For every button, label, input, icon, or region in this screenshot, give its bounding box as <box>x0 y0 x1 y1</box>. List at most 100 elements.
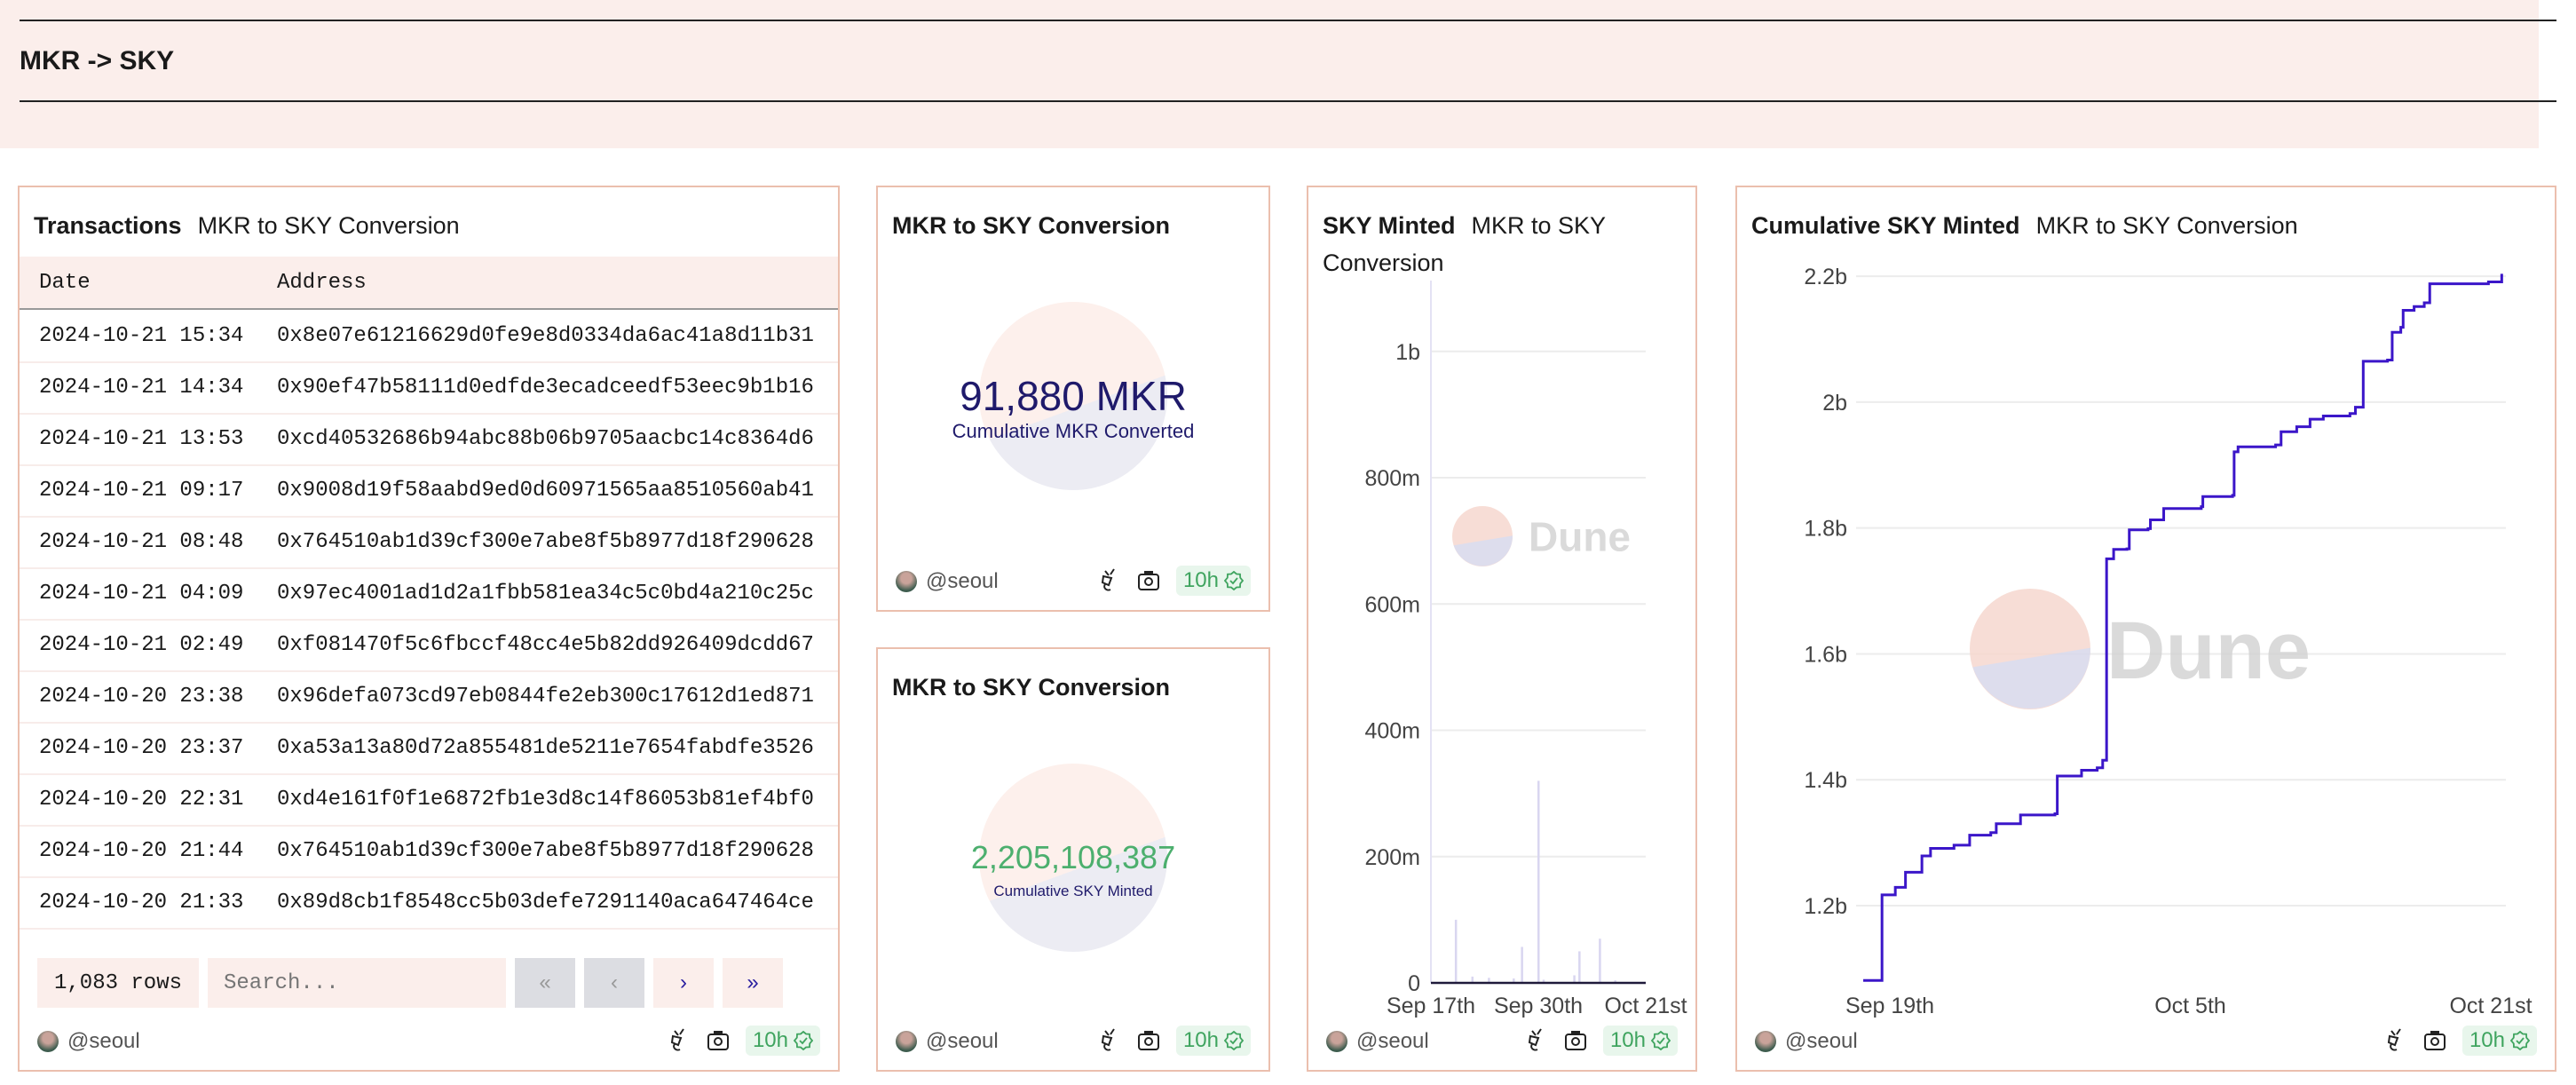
plug-icon[interactable] <box>2384 1027 2407 1054</box>
cell-date: 2024-10-21 15:34 <box>39 324 244 348</box>
footer-icons: 10h <box>1098 1026 1251 1056</box>
verified-check-icon <box>2510 1031 2530 1050</box>
y-tick-label: 2.2b <box>1804 265 1847 289</box>
card-title: MKR to SKY Conversion <box>892 212 1171 239</box>
dune-watermark: Dune <box>1970 589 2311 709</box>
divider <box>20 100 2556 102</box>
bar <box>1521 946 1523 983</box>
cell-date: 2024-10-21 14:34 <box>39 376 244 400</box>
author-link[interactable]: @seoul <box>896 1029 999 1054</box>
plug-icon[interactable] <box>668 1027 691 1054</box>
bar <box>1578 951 1581 983</box>
table-row[interactable]: 2024-10-21 08:48 0x764510ab1d39cf300e7abe… <box>20 518 838 569</box>
cell-address[interactable]: 0xf081470f5c6fbccf48cc4e5b82dd926409dcdd… <box>277 633 814 657</box>
avatar <box>1326 1031 1347 1052</box>
watermark-text: Dune <box>2106 606 2311 696</box>
table-row[interactable]: 2024-10-20 22:31 0xd4e161f0f1e6872fb1e3d8… <box>20 775 838 827</box>
x-tick-label: Sep 19th <box>1845 994 1934 1018</box>
column-header-date[interactable]: Date <box>39 271 91 295</box>
author-name: @seoul <box>67 1029 140 1053</box>
table-row[interactable]: 2024-10-21 14:34 0x90ef47b58111d0edfde3ec… <box>20 363 838 415</box>
author-link[interactable]: @seoul <box>1755 1029 1858 1054</box>
author-link[interactable]: @seoul <box>896 569 999 594</box>
counter-card-sky: MKR to SKY Conversion 2,205,108,387 Cumu… <box>876 647 1270 1072</box>
plug-icon[interactable] <box>1098 567 1121 594</box>
avatar <box>1755 1031 1776 1052</box>
cell-address[interactable]: 0x764510ab1d39cf300e7abe8f5b8977d18f2906… <box>277 839 814 863</box>
cell-address[interactable]: 0x8e07e61216629d0fe9e8d0334da6ac41a8d11b… <box>277 324 814 348</box>
cell-address[interactable]: 0x90ef47b58111d0edfde3ecadceedf53eec9b1b… <box>277 376 814 400</box>
author-link[interactable]: @seoul <box>37 1029 140 1054</box>
cell-address[interactable]: 0x89d8cb1f8548cc5b03defe7291140aca647464… <box>277 891 814 915</box>
table-row[interactable]: 2024-10-21 09:17 0x9008d19f58aabd9ed0d609… <box>20 466 838 518</box>
card-footer: @seoul 10h <box>896 566 1251 601</box>
freshness-text: 10h <box>1609 1028 1646 1052</box>
table-controls: 1,083 rows « ‹ › » <box>37 958 820 1008</box>
y-tick-label: 200m <box>1364 845 1420 870</box>
plug-icon[interactable] <box>1525 1027 1548 1054</box>
y-tick-label: 1.8b <box>1804 517 1847 542</box>
author-link[interactable]: @seoul <box>1326 1029 1429 1054</box>
last-page-button[interactable]: » <box>723 958 783 1008</box>
y-tick-label: 1.6b <box>1804 642 1847 667</box>
table-header: Date Address <box>20 257 838 310</box>
x-tick-label: Sep 17th <box>1387 994 1475 1018</box>
first-page-button[interactable]: « <box>515 958 575 1008</box>
freshness-badge[interactable]: 10h <box>745 1026 820 1056</box>
cumulative-sky-line-chart: 1.2b 1.4b 1.6b 1.8b 2b 2.2b Dune Sep 19th Oct 5t… <box>1804 265 2532 1018</box>
verified-check-icon <box>1224 1031 1244 1050</box>
table-row[interactable]: 2024-10-21 04:09 0x97ec4001ad1d2a1fbb581e… <box>20 569 838 621</box>
table-row[interactable]: 2024-10-21 13:53 0xcd40532686b94abc88b06b… <box>20 415 838 466</box>
freshness-text: 10h <box>1182 568 1219 592</box>
cell-address[interactable]: 0xd4e161f0f1e6872fb1e3d8c14f86053b81ef4b… <box>277 788 814 812</box>
camera-icon[interactable] <box>2423 1030 2446 1051</box>
footer-icons: 10h <box>2384 1026 2537 1056</box>
table-row[interactable]: 2024-10-21 02:49 0xf081470f5c6fbccf48cc4e… <box>20 621 838 672</box>
y-tick-label: 1.2b <box>1804 894 1847 919</box>
y-tick-label: 400m <box>1364 719 1420 744</box>
card-footer: @seoul 10h <box>37 1026 820 1061</box>
dashboard-title: MKR -> SKY <box>20 46 175 75</box>
bar <box>1537 780 1540 983</box>
cumulative-sky-chart-card: Cumulative SKY Minted MKR to SKY Conversi… <box>1735 186 2556 1072</box>
camera-icon[interactable] <box>1137 570 1160 591</box>
transactions-table-card: Transactions MKR to SKY Conversion Date A… <box>18 186 840 1072</box>
cell-address[interactable]: 0xcd40532686b94abc88b06b9705aacbc14c8364… <box>277 427 814 451</box>
next-page-button[interactable]: › <box>653 958 714 1008</box>
row-count: 1,083 rows <box>37 958 199 1008</box>
camera-icon[interactable] <box>1137 1030 1160 1051</box>
freshness-badge[interactable]: 10h <box>2461 1026 2537 1056</box>
cell-address[interactable]: 0x97ec4001ad1d2a1fbb581ea34c5c0bd4a210c2… <box>277 582 814 606</box>
author-name: @seoul <box>926 1029 999 1053</box>
camera-icon[interactable] <box>1564 1030 1587 1051</box>
counter-label: Cumulative SKY Minted <box>993 883 1153 899</box>
table-row[interactable]: 2024-10-21 15:34 0x8e07e61216629d0fe9e8d0… <box>20 312 838 363</box>
camera-icon[interactable] <box>707 1030 730 1051</box>
cell-date: 2024-10-20 21:44 <box>39 839 244 863</box>
card-title: Transactions MKR to SKY Conversion <box>34 207 460 244</box>
card-title: MKR to SKY Conversion <box>892 674 1171 701</box>
prev-page-button[interactable]: ‹ <box>584 958 644 1008</box>
x-tick-label: Oct 5th <box>2154 994 2226 1018</box>
plug-icon[interactable] <box>1098 1027 1121 1054</box>
cell-address[interactable]: 0x9008d19f58aabd9ed0d60971565aa8510560ab… <box>277 479 814 503</box>
freshness-text: 10h <box>1182 1028 1219 1052</box>
counter-value: 91,880 MKR <box>960 373 1187 419</box>
y-tick-label: 0 <box>1408 971 1420 996</box>
freshness-badge[interactable]: 10h <box>1175 566 1251 596</box>
search-input[interactable] <box>208 958 506 1008</box>
column-header-address[interactable]: Address <box>277 271 367 295</box>
cell-address[interactable]: 0x764510ab1d39cf300e7abe8f5b8977d18f2906… <box>277 530 814 554</box>
freshness-badge[interactable]: 10h <box>1602 1026 1678 1056</box>
card-footer: @seoul 10h <box>896 1026 1251 1061</box>
table-row[interactable]: 2024-10-20 21:33 0x89d8cb1f8548cc5b03defe… <box>20 878 838 930</box>
freshness-badge[interactable]: 10h <box>1175 1026 1251 1056</box>
cell-address[interactable]: 0xa53a13a80d72a855481de5211e7654fabdfe35… <box>277 736 814 760</box>
cell-address[interactable]: 0x96defa073cd97eb0844fe2eb300c17612d1ed8… <box>277 685 814 709</box>
table-row[interactable]: 2024-10-20 21:44 0x764510ab1d39cf300e7abe… <box>20 827 838 878</box>
table-row[interactable]: 2024-10-20 23:38 0x96defa073cd97eb0844fe2… <box>20 672 838 724</box>
avatar <box>896 571 917 592</box>
table-row[interactable]: 2024-10-20 23:37 0xa53a13a80d72a855481de5… <box>20 724 838 775</box>
author-name: @seoul <box>926 569 999 593</box>
author-name: @seoul <box>1356 1029 1429 1053</box>
